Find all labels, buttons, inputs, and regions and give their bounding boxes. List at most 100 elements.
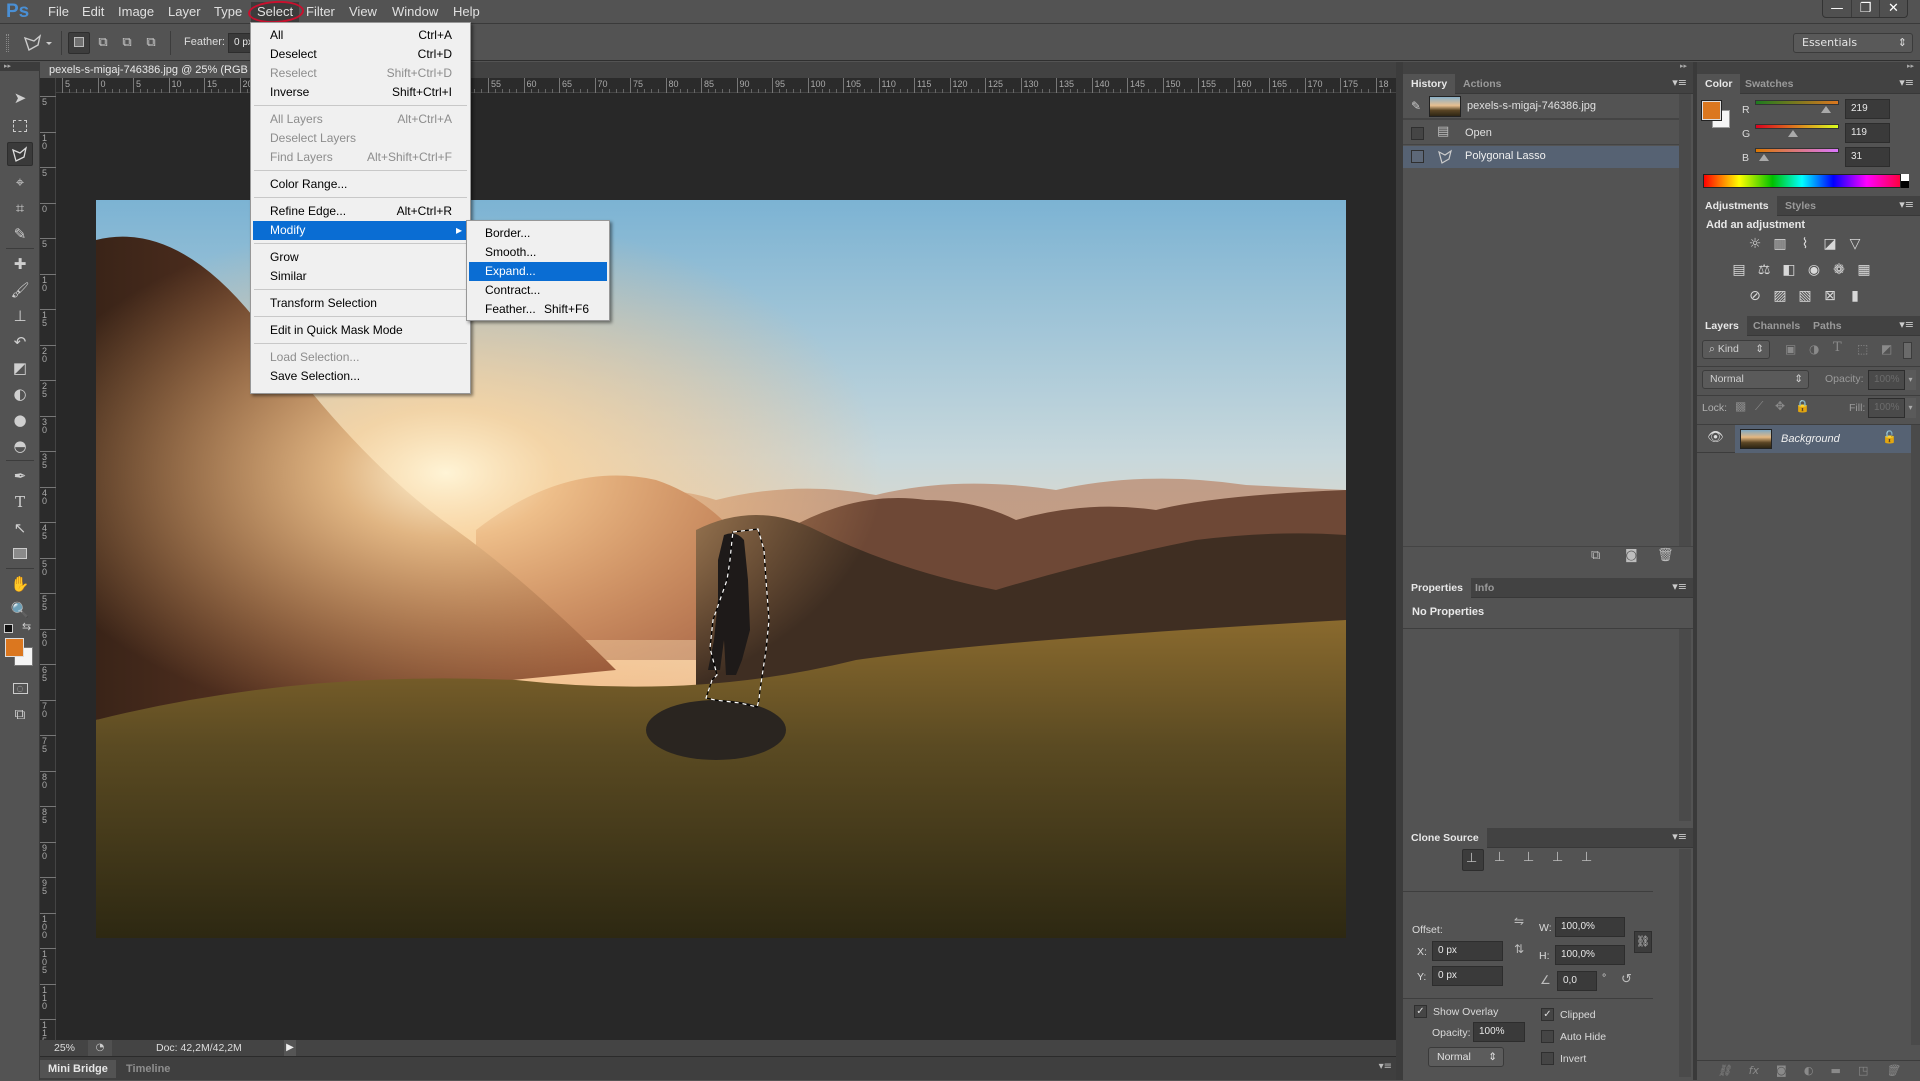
path-selection-tool[interactable]: ↖ xyxy=(7,516,33,540)
collapse-dock-button-2[interactable]: ▸▸ xyxy=(1697,62,1920,74)
menu-help[interactable]: Help xyxy=(453,4,480,19)
tab-actions[interactable]: Actions xyxy=(1455,74,1510,94)
history-brush-source-icon[interactable]: ✎ xyxy=(1411,99,1421,113)
clipped-checkbox[interactable]: ✓ xyxy=(1541,1008,1554,1021)
channel-value-input[interactable]: 31 xyxy=(1845,147,1890,167)
invert-icon[interactable]: ⊘ xyxy=(1747,288,1763,304)
auto-hide-checkbox[interactable] xyxy=(1541,1030,1554,1043)
intersect-selection-button[interactable]: ⧉ xyxy=(140,32,162,54)
minimize-button[interactable]: — xyxy=(1823,0,1851,17)
filter-smart-object-icon[interactable]: ◩ xyxy=(1881,342,1892,356)
tab-layers[interactable]: Layers xyxy=(1697,316,1747,336)
panel-menu-icon[interactable]: ▾≡ xyxy=(1672,830,1687,843)
menu-item-deselect-layers[interactable]: Deselect Layers xyxy=(253,129,468,148)
layer-style-fx-icon[interactable]: fx xyxy=(1749,1061,1759,1080)
lock-all-icon[interactable]: 🔒 xyxy=(1795,399,1810,413)
posterize-icon[interactable]: ▨ xyxy=(1772,288,1788,304)
layer-visibility-eye-icon[interactable]: 👁 xyxy=(1697,425,1734,453)
new-adjustment-layer-icon[interactable]: ◐ xyxy=(1804,1061,1814,1080)
opacity-dropdown-icon[interactable]: ▾ xyxy=(1905,370,1916,390)
invert-checkbox[interactable] xyxy=(1541,1052,1554,1065)
menu-edit[interactable]: Edit xyxy=(82,4,104,19)
status-share-icon[interactable]: ◔ xyxy=(88,1040,112,1056)
new-selection-button[interactable] xyxy=(68,32,90,54)
foreground-color-swatch[interactable] xyxy=(5,638,24,657)
lock-transparent-icon[interactable]: ▩ xyxy=(1735,399,1746,413)
tool-preset-picker[interactable] xyxy=(20,32,54,54)
tab-swatches[interactable]: Swatches xyxy=(1737,74,1801,94)
swap-colors-icon[interactable]: ⇆ xyxy=(22,620,31,633)
menu-item-grow[interactable]: Grow xyxy=(253,248,468,267)
filter-shape-icon[interactable]: ⬚ xyxy=(1857,342,1868,356)
menu-type[interactable]: Type xyxy=(214,4,242,19)
tab-mini-bridge[interactable]: Mini Bridge xyxy=(40,1060,116,1078)
menu-item-find-layers[interactable]: Find Layers Alt+Shift+Ctrl+F xyxy=(253,148,468,167)
layer-fill-input[interactable]: 100% xyxy=(1868,398,1905,418)
menu-view[interactable]: View xyxy=(349,4,377,19)
width-scale-input[interactable]: 100,0% xyxy=(1555,917,1625,937)
lasso-tool[interactable] xyxy=(7,142,33,166)
channel-slider-thumb[interactable] xyxy=(1821,106,1832,113)
quick-selection-tool[interactable]: ⌖ xyxy=(7,170,33,194)
close-button[interactable]: ✕ xyxy=(1879,0,1907,17)
grip-handle[interactable] xyxy=(6,34,9,52)
history-scrollbar[interactable] xyxy=(1679,94,1691,546)
panel-menu-icon[interactable]: ▾≡ xyxy=(1672,76,1687,89)
clone-source-2-button[interactable]: ⊥ xyxy=(1491,849,1513,871)
menu-item-reselect[interactable]: Reselect Shift+Ctrl+D xyxy=(253,64,468,83)
tab-channels[interactable]: Channels xyxy=(1745,316,1808,336)
panel-menu-icon[interactable]: ▾≡ xyxy=(1379,1061,1392,1072)
crop-tool[interactable]: ⌗ xyxy=(7,196,33,220)
panel-menu-icon[interactable]: ▾≡ xyxy=(1899,318,1914,331)
white-swatch[interactable] xyxy=(1901,174,1909,181)
levels-icon[interactable]: ▥ xyxy=(1772,236,1788,252)
clone-source-3-button[interactable]: ⊥ xyxy=(1520,849,1542,871)
menu-item-deselect[interactable]: Deselect Ctrl+D xyxy=(253,45,468,64)
history-brush-tool[interactable]: ↶ xyxy=(7,330,33,354)
channel-value-input[interactable]: 219 xyxy=(1845,99,1890,119)
quick-mask-button[interactable]: ◌ xyxy=(7,674,33,698)
menu-window[interactable]: Window xyxy=(392,4,438,19)
tab-info[interactable]: Info xyxy=(1467,578,1502,598)
dodge-tool[interactable]: ◓ xyxy=(7,434,33,458)
layers-scrollbar[interactable] xyxy=(1911,425,1920,1045)
add-to-selection-button[interactable]: ⧉ xyxy=(92,32,114,54)
overlay-blend-mode-select[interactable]: Normal ⇕ xyxy=(1428,1047,1504,1067)
history-source-checkbox[interactable] xyxy=(1411,127,1424,140)
hue-saturation-icon[interactable]: ▤ xyxy=(1731,262,1747,278)
properties-scrollbar[interactable] xyxy=(1679,629,1691,821)
menu-filter[interactable]: Filter xyxy=(306,4,335,19)
channel-slider-track[interactable] xyxy=(1755,100,1839,105)
zoom-level[interactable]: 25% xyxy=(54,1042,75,1054)
link-layers-icon[interactable]: ⛓ xyxy=(1718,1061,1732,1080)
submenu-item-smooth[interactable]: Smooth... xyxy=(469,243,607,262)
paint-bucket-tool[interactable]: ◐ xyxy=(7,382,33,406)
subtract-selection-button[interactable]: ⧉ xyxy=(116,32,138,54)
channel-slider-thumb[interactable] xyxy=(1759,154,1770,161)
eraser-tool[interactable]: ◩ xyxy=(7,356,33,380)
menu-item-modify[interactable]: Modify ▸ xyxy=(253,221,468,240)
foreground-color-chip[interactable] xyxy=(1701,100,1722,121)
trash-icon[interactable]: 🗑 xyxy=(1657,548,1674,563)
filter-type-icon[interactable]: T xyxy=(1833,340,1842,355)
new-layer-icon[interactable]: ◳ xyxy=(1858,1061,1868,1080)
menu-item-transform-selection[interactable]: Transform Selection xyxy=(253,294,468,313)
rotation-angle-input[interactable]: 0,0 xyxy=(1557,971,1597,991)
flip-horizontal-icon[interactable]: ⇋ xyxy=(1514,914,1524,928)
restore-button[interactable]: ❐ xyxy=(1851,0,1879,17)
zoom-tool[interactable]: 🔍 xyxy=(7,598,33,622)
blur-tool[interactable]: ● xyxy=(7,408,33,432)
curves-icon[interactable]: ⌇ xyxy=(1797,236,1813,252)
gradient-map-icon[interactable]: ▮ xyxy=(1847,288,1863,304)
eyedropper-tool[interactable]: ✎ xyxy=(7,222,33,246)
overlay-opacity-input[interactable]: 100% xyxy=(1473,1022,1525,1042)
channel-slider-track[interactable] xyxy=(1755,124,1839,129)
submenu-item-contract[interactable]: Contract... xyxy=(469,281,607,300)
exposure-icon[interactable]: ◪ xyxy=(1822,236,1838,252)
channel-slider-track[interactable] xyxy=(1755,148,1839,153)
flip-vertical-icon[interactable]: ⇅ xyxy=(1514,942,1524,956)
blend-mode-select[interactable]: Normal ⇕ xyxy=(1702,370,1809,389)
menu-item-all[interactable]: All Ctrl+A xyxy=(253,26,468,45)
color-balance-icon[interactable]: ⚖ xyxy=(1756,262,1772,278)
submenu-item-border[interactable]: Border... xyxy=(469,224,607,243)
